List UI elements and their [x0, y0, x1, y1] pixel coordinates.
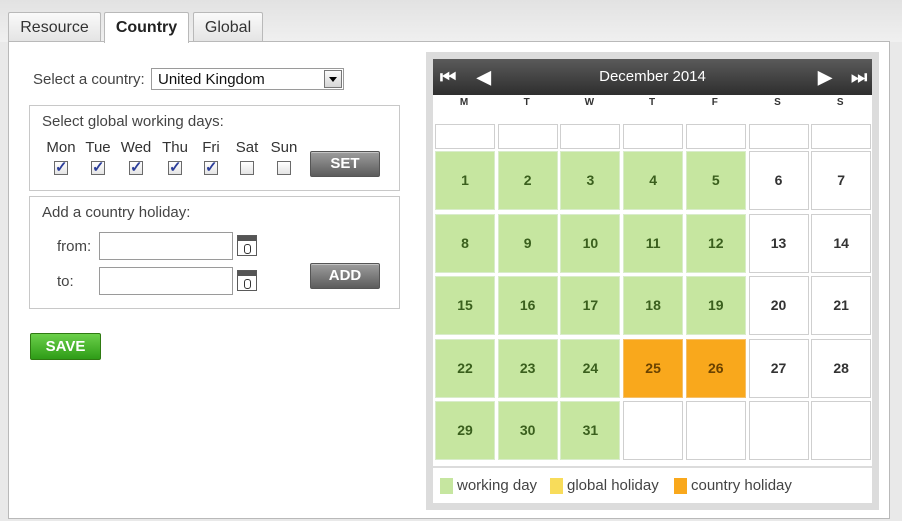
weekday-header: T [649, 97, 656, 108]
calendar-day-cell[interactable]: 4 [623, 151, 684, 210]
calendar-day-cell[interactable]: 2 [497, 151, 558, 210]
calendar-day-cell[interactable]: 8 [435, 213, 495, 273]
set-button[interactable]: SET [310, 151, 380, 177]
day-label-sat: Sat [235, 139, 259, 156]
calendar-day-cell[interactable]: 18 [623, 276, 684, 336]
weekday-header: M [459, 97, 469, 108]
checkbox-fri[interactable] [204, 158, 218, 176]
calendar-day-cell[interactable]: 9 [497, 213, 558, 273]
legend-swatch [440, 478, 453, 494]
weekday-header: S [774, 97, 781, 108]
tab-bar: Resource Country Global [0, 0, 902, 43]
last-page-icon[interactable]: ⏭ [851, 59, 867, 95]
calendar-day-cell[interactable]: 7 [811, 151, 872, 210]
to-calendar-icon[interactable] [237, 270, 257, 291]
calendar-month-title: December 2014 [599, 68, 706, 85]
calendar-day-cell[interactable]: 24 [560, 338, 621, 398]
prev-month-icon[interactable]: ◀ [477, 59, 491, 95]
tab-global[interactable]: Global [193, 12, 263, 41]
calendar-day-cell [623, 401, 684, 461]
weekday-header: T [523, 97, 530, 108]
calendar-day-cell[interactable]: 25 [623, 338, 684, 398]
next-month-icon[interactable]: ▶ [818, 59, 832, 95]
calendar-spacer-cell [560, 124, 621, 149]
calendar-day-cell[interactable]: 13 [748, 213, 809, 273]
calendar-day-cell[interactable]: 20 [748, 276, 809, 336]
legend-swatch [674, 478, 687, 494]
calendar-day-cell[interactable]: 28 [811, 338, 872, 398]
checkbox-sun[interactable] [277, 161, 291, 175]
calendar: December 2014 ⏮ ◀ ▶ ⏭ M T W T F S S 1 2 3 4 5 6 7 8 9 10… [426, 52, 879, 510]
calendar-day-cell[interactable]: 17 [560, 276, 621, 336]
calendar-day-cell[interactable]: 6 [748, 151, 809, 210]
calendar-inner: December 2014 ⏮ ◀ ▶ ⏭ M T W T F S S 1 2 3 4 5 6 7 8 9 10… [433, 59, 872, 503]
calendar-spacer-cell [623, 124, 684, 149]
calendar-day-cell[interactable]: 29 [435, 401, 495, 461]
calendar-day-cell[interactable]: 30 [497, 401, 558, 461]
calendar-spacer-cell [685, 124, 746, 149]
legend-label: global holiday [567, 477, 659, 494]
country-select[interactable]: United Kingdom [151, 68, 344, 90]
day-label-sun: Sun [270, 139, 298, 156]
chevron-down-icon[interactable] [324, 70, 342, 88]
country-holiday-title: Add a country holiday: [42, 204, 191, 221]
calendar-spacer-cell [435, 124, 495, 149]
legend-divider [433, 466, 872, 468]
calendar-day-cell[interactable]: 19 [685, 276, 746, 336]
calendar-day-cell[interactable]: 10 [560, 213, 621, 273]
legend-label: working day [457, 477, 538, 494]
checkbox-wed[interactable] [129, 158, 143, 176]
calendar-day-cell[interactable]: 31 [560, 401, 621, 461]
calendar-day-cell [811, 401, 872, 461]
calendar-day-cell[interactable]: 27 [748, 338, 809, 398]
tab-resource[interactable]: Resource [8, 12, 101, 41]
checkbox-thu[interactable] [168, 158, 182, 176]
from-label: from: [57, 238, 92, 255]
checkbox-mon[interactable] [54, 158, 68, 176]
calendar-day-cell[interactable]: 14 [811, 213, 872, 273]
calendar-day-cell[interactable]: 3 [560, 151, 621, 210]
to-date-input[interactable] [99, 267, 233, 295]
tab-country[interactable]: Country [104, 12, 189, 43]
legend-label: country holiday [691, 477, 792, 494]
calendar-day-cell[interactable]: 22 [435, 338, 495, 398]
calendar-day-cell [748, 401, 809, 461]
calendar-day-cell[interactable]: 26 [685, 338, 746, 398]
calendar-day-cell[interactable]: 23 [497, 338, 558, 398]
day-label-mon: Mon [46, 139, 76, 156]
weekday-header: F [711, 97, 718, 108]
calendar-day-cell[interactable]: 1 [435, 151, 495, 210]
calendar-day-cell[interactable]: 21 [811, 276, 872, 336]
first-page-icon[interactable]: ⏮ [440, 59, 456, 95]
calendar-spacer-cell [497, 124, 558, 149]
calendar-day-cell[interactable]: 15 [435, 276, 495, 336]
calendar-spacer-cell [811, 124, 872, 149]
day-label-fri: Fri [202, 139, 220, 156]
country-select-label: Select a country: [33, 71, 145, 88]
checkbox-tue[interactable] [91, 158, 105, 176]
calendar-day-cell[interactable]: 5 [685, 151, 746, 210]
from-date-input[interactable] [99, 232, 233, 260]
checkbox-sat[interactable] [240, 161, 254, 175]
calendar-day-cell[interactable]: 11 [623, 213, 684, 273]
calendar-day-cell [685, 401, 746, 461]
calendar-day-cell[interactable]: 12 [685, 213, 746, 273]
calendar-spacer-cell [748, 124, 809, 149]
day-label-wed: Wed [120, 139, 152, 156]
legend-swatch [550, 478, 563, 494]
save-button[interactable]: SAVE [30, 333, 101, 360]
add-button[interactable]: ADD [310, 263, 380, 289]
calendar-header: December 2014 ⏮ ◀ ▶ ⏭ [433, 59, 872, 95]
working-days-title: Select global working days: [42, 113, 224, 130]
weekday-header: W [584, 97, 595, 108]
calendar-day-cell[interactable]: 16 [497, 276, 558, 336]
from-calendar-icon[interactable] [237, 235, 257, 256]
to-label: to: [57, 273, 74, 290]
country-select-value: United Kingdom [158, 71, 265, 88]
day-label-tue: Tue [85, 139, 111, 156]
day-label-thu: Thu [162, 139, 188, 156]
weekday-header: S [836, 97, 844, 108]
